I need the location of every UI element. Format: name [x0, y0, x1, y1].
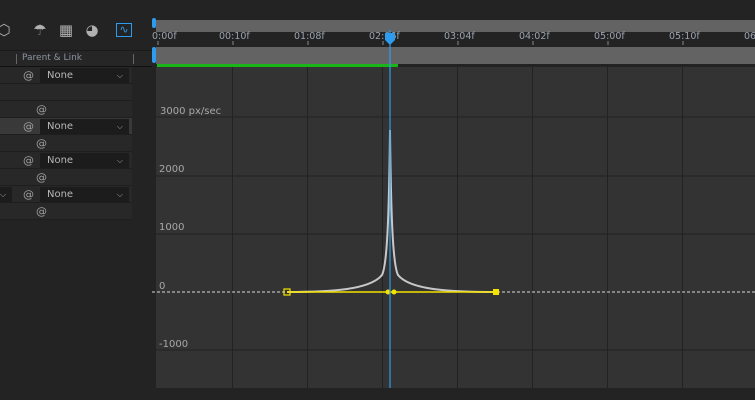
motion-blur-icon[interactable]: ◕	[82, 20, 102, 40]
chevron-down-icon[interactable]: ⌵	[0, 187, 12, 202]
parent-link-header[interactable]: Parent & Link	[22, 53, 82, 63]
chevron-down-icon: ⌵	[116, 122, 123, 131]
graph-editor-icon[interactable]: ∿	[116, 23, 132, 37]
frame-blend-icon[interactable]: ▦	[56, 20, 76, 40]
layer-subrow: @	[0, 203, 132, 220]
parent-select[interactable]: None ⌵	[40, 68, 129, 83]
ruler-label: 05:00f	[594, 31, 625, 42]
unit-label: 3000 px/sec	[160, 106, 221, 117]
y-axis-label: 2000	[159, 164, 184, 175]
parent-select[interactable]: None ⌵	[40, 187, 129, 202]
layer-subrow: @	[0, 169, 132, 186]
navigator-start-handle[interactable]	[152, 18, 156, 28]
pick-whip-icon[interactable]: @	[23, 118, 34, 135]
ruler-label: 02:06f	[369, 31, 400, 42]
graph-area[interactable]	[156, 67, 755, 388]
column-header: Parent & Link	[0, 50, 152, 67]
pick-whip-icon[interactable]: @	[36, 101, 47, 118]
pick-whip-icon[interactable]: @	[23, 152, 34, 169]
chevron-down-icon: ⌵	[116, 156, 123, 165]
parent-select[interactable]: None ⌵	[40, 153, 129, 168]
chevron-down-icon: ⌵	[116, 190, 123, 199]
chevron-down-icon: ⌵	[116, 71, 123, 80]
layer-panel: ⬡ ☂ ▦ ◕ ∿ Parent & Link @ None ⌵ @ @ None ⌵ …	[0, 0, 152, 400]
work-area-bar[interactable]	[156, 47, 755, 64]
layer-subrow	[0, 84, 132, 101]
ruler-label: 00:10f	[219, 31, 250, 42]
ruler-label: 01:08f	[294, 31, 325, 42]
layer-subrow: @	[0, 135, 132, 152]
y-axis-label: 0	[159, 281, 165, 292]
pick-whip-icon[interactable]: @	[36, 169, 47, 186]
y-axis-label: -1000	[159, 339, 188, 350]
render-progress-bar	[157, 64, 398, 67]
parent-select[interactable]: None ⌵	[40, 119, 129, 134]
pick-whip-icon[interactable]: @	[23, 186, 34, 203]
ruler-label: 03:04f	[444, 31, 475, 42]
graph-editor[interactable]: 0:00f 00:10f 01:08f 02:06f 03:04f 04:02f 05:00…	[152, 0, 755, 400]
comp-marker-icon[interactable]: ☂	[30, 20, 50, 40]
bezier-handle[interactable]	[391, 289, 397, 295]
ruler-label: 06	[744, 31, 755, 42]
work-area-start-handle[interactable]	[152, 47, 156, 63]
layer-row[interactable]: @ None ⌵	[0, 67, 132, 84]
layer-row[interactable]: @ None ⌵	[0, 118, 132, 135]
layer-row[interactable]: @ None ⌵	[0, 152, 132, 169]
y-axis-label: 1000	[159, 222, 184, 233]
pick-whip-icon[interactable]: @	[23, 67, 34, 84]
pick-whip-icon[interactable]: @	[36, 203, 47, 220]
ruler-label: 04:02f	[519, 31, 550, 42]
keyframe-end[interactable]	[493, 289, 499, 295]
layer-row[interactable]: ⌵ @ None ⌵	[0, 186, 132, 203]
3d-layer-icon[interactable]: ⬡	[0, 20, 14, 40]
ruler-label: 0:00f	[152, 31, 177, 42]
pick-whip-icon[interactable]: @	[36, 135, 47, 152]
layer-subrow: @	[0, 101, 132, 118]
ruler-label: 05:10f	[669, 31, 700, 42]
